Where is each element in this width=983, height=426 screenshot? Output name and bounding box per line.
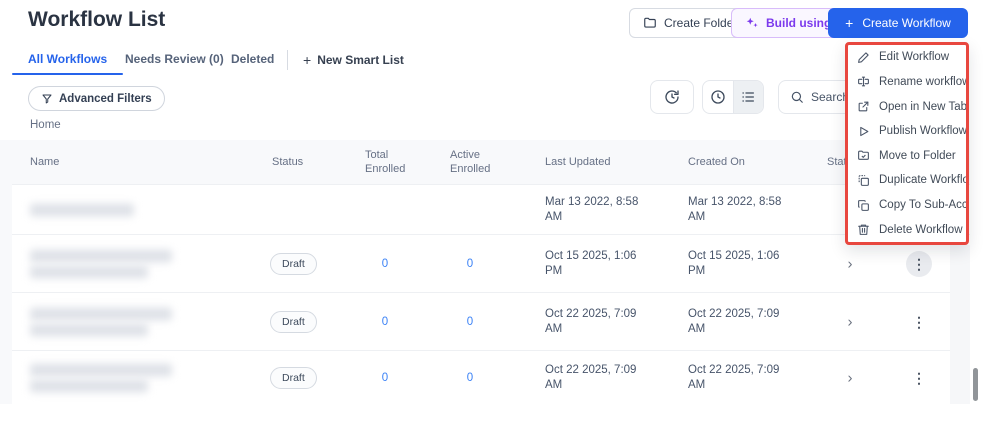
column-header-name: Name — [30, 156, 60, 168]
menu-item-label: Move to Folder — [879, 149, 956, 162]
active-enrolled-link[interactable]: 0 — [455, 372, 485, 384]
new-smart-list-button[interactable]: + New Smart List — [303, 52, 404, 68]
last-updated-cell: Mar 13 2022, 8:58 AM — [545, 195, 639, 223]
active-enrolled-link[interactable]: 0 — [455, 316, 485, 328]
blurred-workflow-name — [30, 304, 172, 339]
duplicate-icon — [857, 174, 870, 187]
status-badge: Draft — [270, 252, 317, 275]
tab-all-workflows[interactable]: All Workflows — [11, 52, 124, 75]
time-view-toggle[interactable] — [703, 81, 733, 113]
tab-needs-review[interactable]: Needs Review (0) — [125, 52, 224, 66]
kebab-menu-icon[interactable]: ⋮ — [912, 370, 926, 386]
menu-item-publish-workflow[interactable]: Publish Workflow — [848, 119, 966, 144]
last-updated-cell: Oct 15 2025, 1:06 PM — [545, 249, 637, 277]
tab-deleted[interactable]: Deleted — [231, 52, 274, 66]
advanced-filters-label: Advanced Filters — [59, 92, 152, 105]
menu-item-label: Edit Workflow — [879, 51, 950, 64]
breadcrumb[interactable]: Home — [30, 119, 61, 131]
menu-item-label: Rename workflow — [879, 75, 969, 88]
last-updated-cell: Oct 22 2025, 7:09 AM — [545, 307, 637, 335]
column-header-last-updated: Last Updated — [545, 156, 611, 168]
clock-icon — [710, 89, 726, 105]
table-row[interactable]: Draft 0 0 Oct 22 2025, 7:09 AM Oct 22 20… — [12, 351, 970, 404]
workflow-table: Name Status Total Enrolled Active Enroll… — [12, 140, 970, 404]
filter-funnel-icon — [41, 93, 53, 105]
menu-item-duplicate-workflow[interactable]: Duplicate Workflow — [848, 168, 966, 193]
play-icon — [857, 125, 870, 138]
sticky-actions-column-bg — [950, 245, 970, 404]
expand-stats-chevron-icon[interactable]: › — [840, 370, 860, 385]
plus-icon: + — [303, 52, 312, 68]
status-badge: Draft — [270, 366, 317, 389]
status-badge: Draft — [270, 310, 317, 333]
column-header-created-on: Created On — [688, 156, 745, 168]
sparkles-icon — [745, 16, 759, 30]
menu-item-open-in-new-tab[interactable]: Open in New Tab — [848, 94, 966, 119]
column-header-total-enrolled: Total Enrolled — [365, 149, 406, 175]
menu-item-label: Delete Workflow — [879, 223, 963, 236]
column-header-active-enrolled: Active Enrolled — [450, 149, 491, 175]
active-enrolled-link[interactable]: 0 — [455, 258, 485, 270]
menu-item-label: Copy To Sub-Account — [879, 199, 968, 212]
create-workflow-button[interactable]: + Create Workflow — [828, 8, 968, 38]
folder-check-icon — [857, 149, 870, 162]
pencil-icon — [857, 51, 870, 64]
row-actions-button[interactable]: ⋮ — [905, 309, 933, 335]
menu-item-label: Open in New Tab — [879, 100, 968, 113]
created-on-cell: Mar 13 2022, 8:58 AM — [688, 195, 782, 223]
external-link-icon — [857, 100, 870, 113]
workflow-context-menu: Edit Workflow Rename workflow Open in Ne… — [845, 42, 969, 245]
last-updated-cell: Oct 22 2025, 7:09 AM — [545, 363, 637, 391]
menu-item-label: Duplicate Workflow — [879, 174, 969, 187]
table-row[interactable]: Draft 0 0 Oct 15 2025, 1:06 PM Oct 15 20… — [12, 235, 970, 293]
menu-item-label: Publish Workflow — [879, 125, 967, 138]
expand-stats-chevron-icon[interactable]: › — [840, 314, 860, 329]
blurred-workflow-name — [30, 246, 172, 281]
kebab-menu-icon[interactable]: ⋮ — [912, 314, 926, 330]
tab-bar: All Workflows Needs Review (0) Deleted +… — [0, 50, 983, 76]
total-enrolled-link[interactable]: 0 — [370, 372, 400, 384]
menu-item-delete-workflow[interactable]: Delete Workflow — [848, 217, 966, 242]
blurred-workflow-name — [30, 360, 172, 395]
list-icon — [740, 89, 756, 105]
menu-item-rename-workflow[interactable]: Rename workflow — [848, 70, 966, 95]
history-button[interactable] — [650, 80, 694, 114]
expand-stats-chevron-icon[interactable]: › — [840, 256, 860, 271]
row-actions-button[interactable]: ⋮ — [905, 250, 933, 277]
advanced-filters-button[interactable]: Advanced Filters — [28, 86, 165, 111]
view-toggle-group — [702, 80, 764, 114]
table-row[interactable]: Mar 13 2022, 8:58 AM Mar 13 2022, 8:58 A… — [12, 185, 970, 235]
table-header-row: Name Status Total Enrolled Active Enroll… — [12, 140, 970, 185]
page-background-strip — [0, 140, 12, 404]
column-header-status: Status — [272, 156, 304, 168]
total-enrolled-link[interactable]: 0 — [370, 316, 400, 328]
kebab-menu-icon[interactable]: ⋮ — [906, 250, 932, 277]
search-icon — [790, 90, 804, 104]
folder-icon — [643, 16, 657, 30]
total-enrolled-link[interactable]: 0 — [370, 258, 400, 270]
workflow-list-page: Workflow List Create Folder Build using … — [0, 0, 983, 426]
create-folder-label: Create Folder — [664, 16, 738, 30]
clock-history-icon — [664, 89, 680, 105]
created-on-cell: Oct 15 2025, 1:06 PM — [688, 249, 780, 277]
row-actions-button[interactable]: ⋮ — [905, 365, 933, 391]
copy-icon — [857, 199, 870, 212]
scrollbar-thumb[interactable] — [973, 368, 978, 401]
create-workflow-label: Create Workflow — [862, 16, 951, 30]
plus-icon: + — [845, 15, 854, 31]
created-on-cell: Oct 22 2025, 7:09 AM — [688, 363, 780, 391]
trash-icon — [857, 223, 870, 236]
page-title: Workflow List — [28, 8, 166, 31]
blurred-workflow-name — [30, 203, 134, 216]
menu-item-copy-to-sub-account[interactable]: Copy To Sub-Account — [848, 193, 966, 218]
new-smart-list-label: New Smart List — [317, 53, 404, 67]
tab-divider — [287, 50, 288, 70]
created-on-cell: Oct 22 2025, 7:09 AM — [688, 307, 780, 335]
rename-icon — [857, 75, 870, 88]
table-row[interactable]: Draft 0 0 Oct 22 2025, 7:09 AM Oct 22 20… — [12, 293, 970, 351]
menu-item-move-to-folder[interactable]: Move to Folder — [848, 144, 966, 169]
menu-item-edit-workflow[interactable]: Edit Workflow — [848, 45, 966, 70]
list-view-toggle[interactable] — [732, 81, 763, 113]
